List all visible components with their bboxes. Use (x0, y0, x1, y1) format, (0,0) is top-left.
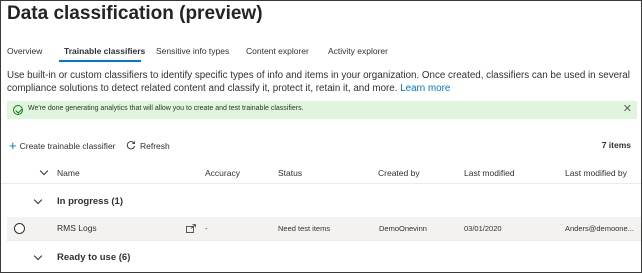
group-label: In progress (1) (57, 196, 123, 207)
open-details-icon[interactable] (186, 224, 196, 233)
tab-activity-explorer[interactable]: Activity explorer (328, 44, 388, 58)
chevron-down-icon[interactable] (39, 166, 49, 176)
banner-message: We're done generating analytics that wil… (28, 105, 304, 112)
item-count: 7 items (601, 140, 631, 150)
cell-name[interactable]: RMS Logs (57, 223, 97, 233)
tab-content-explorer[interactable]: Content explorer (246, 44, 309, 58)
cell-created-by: DemoOnevinn (379, 224, 427, 233)
table-row[interactable]: RMS Logs - Need test items DemoOnevinn 0… (7, 217, 641, 241)
group-header-ready-to-use[interactable]: Ready to use (6) (1, 249, 641, 271)
tab-trainable-classifiers[interactable]: Trainable classifiers (64, 44, 145, 58)
command-bar: + Create trainable classifier Refresh 7 i… (7, 139, 637, 155)
create-button-label: Create trainable classifier (19, 141, 116, 151)
description-text: Use built-in or custom classifiers to id… (7, 70, 630, 94)
group-label: Ready to use (6) (57, 252, 131, 263)
cell-last-modified-by: Anders@demoone... (565, 224, 634, 233)
column-header-created-by[interactable]: Created by (378, 168, 420, 178)
refresh-button[interactable]: Refresh (126, 139, 170, 153)
column-header-status[interactable]: Status (278, 168, 302, 178)
chevron-down-icon[interactable] (33, 251, 43, 261)
refresh-button-label: Refresh (140, 141, 170, 151)
column-header-name[interactable]: Name (57, 168, 80, 178)
page-description: Use built-in or custom classifiers to id… (7, 69, 637, 95)
checkmark-circle-icon (13, 105, 23, 115)
close-icon[interactable]: ✕ (623, 103, 632, 115)
group-header-in-progress[interactable]: In progress (1) (1, 192, 641, 214)
column-header-accuracy[interactable]: Accuracy (205, 168, 240, 178)
success-banner: We're done generating analytics that wil… (7, 101, 637, 119)
cell-last-modified: 03/01/2020 (464, 224, 502, 233)
active-tab-indicator (59, 60, 141, 62)
learn-more-link[interactable]: Learn more (400, 83, 450, 94)
table-header: Name Accuracy Status Created by Last mod… (1, 164, 641, 184)
cell-status: Need test items (278, 224, 331, 233)
column-header-last-modified-by[interactable]: Last modified by (565, 168, 627, 178)
create-trainable-classifier-button[interactable]: + Create trainable classifier (9, 139, 116, 153)
row-select-radio[interactable] (14, 223, 25, 234)
tab-overview[interactable]: Overview (7, 44, 42, 58)
tab-sensitive-info-types[interactable]: Sensitive info types (156, 44, 229, 58)
chevron-down-icon[interactable] (33, 195, 43, 205)
plus-icon: + (9, 138, 17, 153)
column-header-last-modified[interactable]: Last modified (464, 168, 515, 178)
app-window: Data classification (preview) Overview T… (0, 0, 642, 273)
cell-accuracy: - (205, 224, 208, 233)
page-title: Data classification (preview) (7, 3, 263, 24)
refresh-icon (126, 141, 136, 150)
